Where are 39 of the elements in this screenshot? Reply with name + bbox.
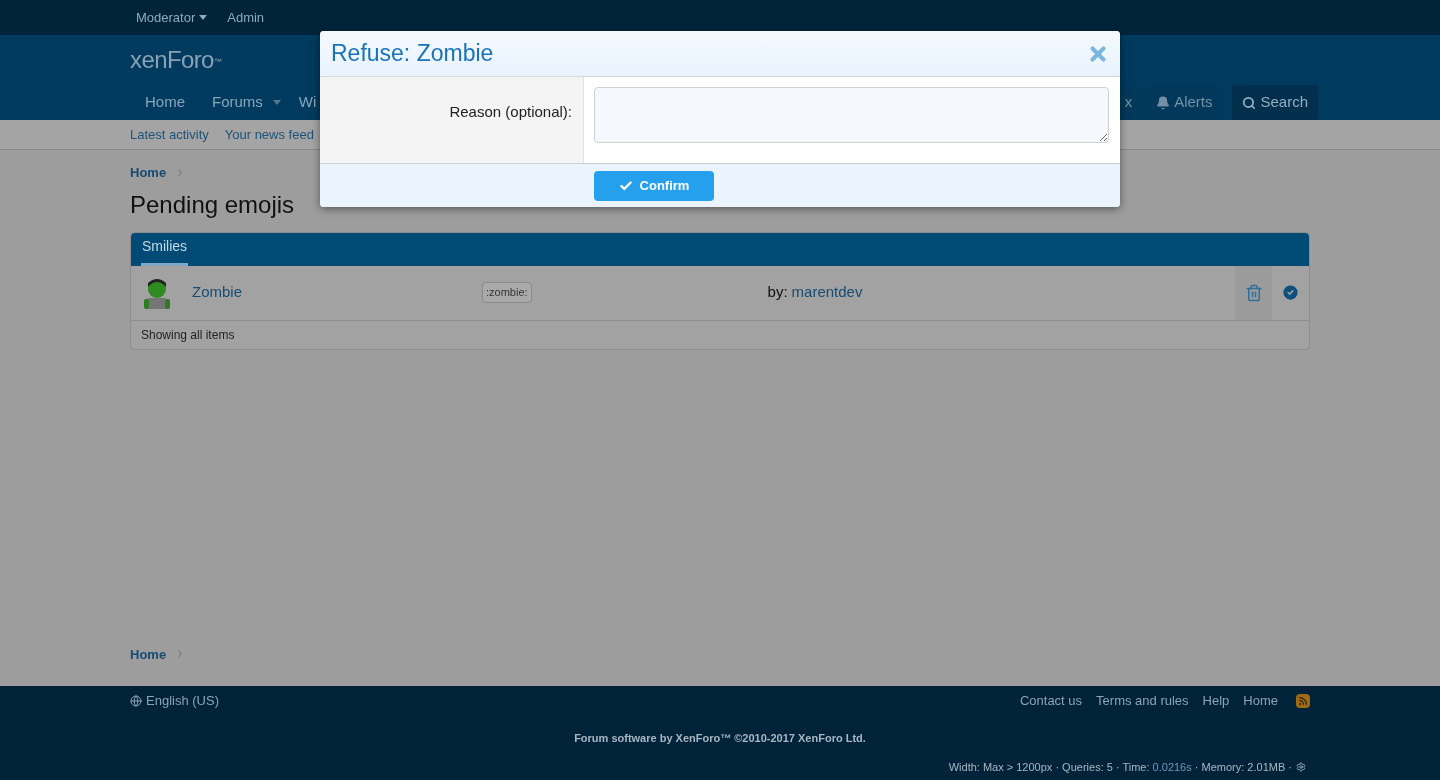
nav-tab[interactable]: Alerts	[1146, 85, 1223, 120]
sub-nav-link[interactable]: Latest activity	[130, 124, 209, 145]
confirm-button[interactable]: Confirm	[594, 170, 714, 201]
debug-info: Width: Max > 1200px · Queries: 5 · Time: 0.0216s · Memory: 2.01MB ·	[948, 759, 1292, 775]
check-icon	[618, 178, 633, 193]
search-icon	[1242, 95, 1257, 110]
author-label: by:	[767, 282, 788, 303]
nav-tab[interactable]: Forums	[200, 85, 287, 120]
author-link[interactable]: marentdev	[791, 281, 863, 304]
top-bar-link[interactable]: Admin	[227, 7, 265, 28]
emoji-code-tag: :zombie:	[482, 282, 532, 303]
breadcrumb-link[interactable]: Home	[130, 644, 167, 664]
globe-icon	[130, 695, 142, 707]
nav-tab[interactable]: Search	[1232, 85, 1318, 120]
top-bar-link[interactable]: Moderator	[136, 7, 208, 28]
footer-link[interactable]: Help	[1202, 691, 1230, 711]
zombie-emoji-icon	[141, 276, 173, 309]
dialog-title: Refuse: Zombie	[331, 39, 494, 69]
logo[interactable]: xenForo$^{™}$	[130, 42, 222, 78]
rss-icon[interactable]	[1296, 694, 1310, 708]
trash-icon[interactable]	[1244, 283, 1263, 302]
reason-field[interactable]	[594, 87, 1109, 143]
nav-tab[interactable]: Wi	[286, 85, 323, 120]
block-footer: Showing all items	[131, 320, 1309, 349]
block-tab[interactable]: Smilies	[141, 235, 189, 266]
copyright-text: Forum software by XenForo™ ©2010-2017 XenForo Ltd.	[573, 731, 867, 746]
gear-icon[interactable]	[1296, 761, 1306, 772]
check-circle-icon[interactable]	[1281, 283, 1300, 302]
nav-tab[interactable]: Home	[130, 85, 200, 120]
language-link[interactable]: English (US)	[130, 691, 219, 711]
footer-link[interactable]: Home	[1243, 691, 1278, 711]
sub-nav-link[interactable]: Your news feed	[224, 124, 314, 145]
breadcrumb-link[interactable]: Home	[130, 163, 167, 183]
bell-icon	[1156, 95, 1171, 110]
footer-link[interactable]: Terms and rules	[1096, 691, 1189, 711]
emoji-name-link[interactable]: Zombie	[192, 281, 482, 304]
footer-link[interactable]: Contact us	[1019, 691, 1083, 711]
field-label: Reason (optional):	[449, 102, 572, 122]
page-title: Pending emojis	[130, 189, 296, 220]
